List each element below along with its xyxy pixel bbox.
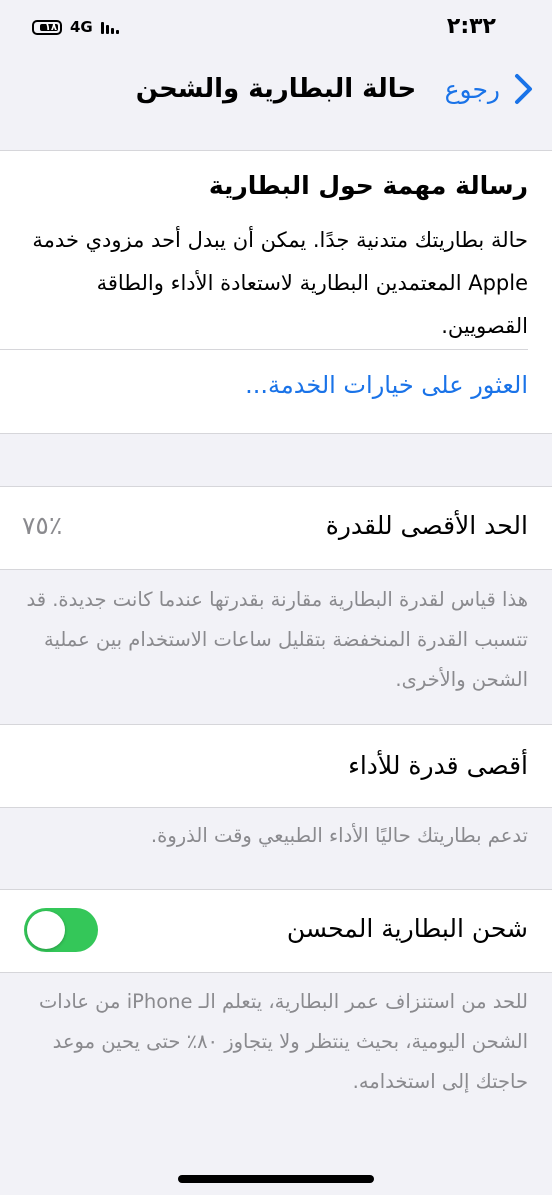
navigation-bar: حالة البطارية والشحن رجوع [0, 60, 552, 120]
status-indicators: ١٨ 4G [32, 18, 119, 36]
find-service-options-link[interactable]: العثور على خيارات الخدمة... [245, 371, 528, 399]
battery-icon: ١٨ [32, 19, 62, 35]
max-capacity-value: ٧٥٪ [22, 511, 63, 540]
signal-icon [100, 20, 119, 34]
message-title: رسالة مهمة حول البطارية [208, 171, 528, 200]
back-label: رجوع [444, 74, 500, 104]
optimized-charging-label: شحن البطارية المحسن [286, 914, 528, 943]
message-body: حالة بطاريتك متدنية جدًا. يمكن أن يبدل أ… [32, 228, 528, 338]
important-message-card: رسالة مهمة حول البطارية حالة بطاريتك متد… [0, 150, 552, 434]
status-bar: ١٨ 4G ٢:٣٢ [0, 0, 552, 60]
toggle-knob [27, 911, 65, 949]
peak-performance-label: أقصى قدرة للأداء [348, 751, 528, 780]
network-type: 4G [70, 18, 93, 36]
peak-performance-row: أقصى قدرة للأداء [0, 724, 552, 808]
home-indicator[interactable] [178, 1175, 374, 1183]
chevron-right-icon [515, 74, 532, 104]
divider [0, 349, 528, 350]
optimized-charging-toggle[interactable] [24, 908, 98, 952]
peak-performance-footer: تدعم بطاريتك حاليًا الأداء الطبيعي وقت ا… [150, 824, 528, 847]
max-capacity-row: الحد الأقصى للقدرة ٧٥٪ [0, 486, 552, 570]
battery-level-text: ١٨ [44, 21, 57, 33]
status-time: ٢:٣٢ [446, 14, 496, 39]
optimized-charging-row: شحن البطارية المحسن [0, 889, 552, 973]
max-capacity-label: الحد الأقصى للقدرة [325, 511, 528, 540]
optimized-charging-footer: للحد من استنزاف عمر البطارية، يتعلم الـ … [38, 990, 528, 1093]
back-button[interactable]: رجوع [445, 72, 538, 106]
max-capacity-footer: هذا قياس لقدرة البطارية مقارنة بقدرتها ع… [26, 588, 528, 691]
